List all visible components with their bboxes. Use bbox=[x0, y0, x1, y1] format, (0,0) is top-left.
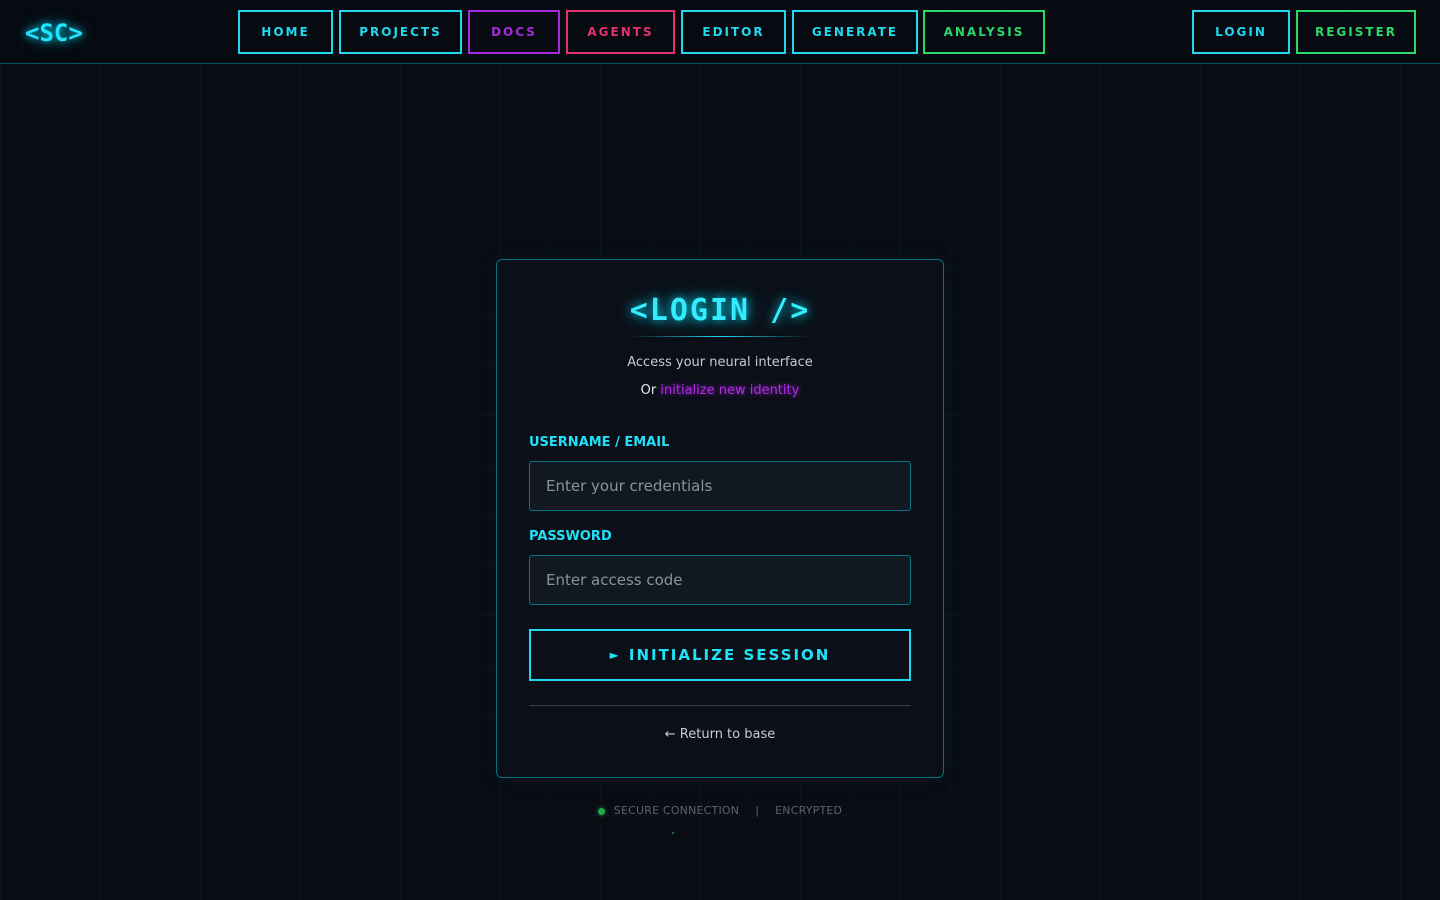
username-label: USERNAME / EMAIL bbox=[529, 435, 670, 450]
username-input[interactable] bbox=[529, 461, 911, 511]
nav-docs-button[interactable]: DOCS bbox=[468, 10, 560, 54]
register-prompt-prefix: Or bbox=[640, 383, 657, 398]
register-button[interactable]: REGISTER bbox=[1296, 10, 1416, 54]
nav-projects-button[interactable]: PROJECTS bbox=[339, 10, 462, 54]
password-input[interactable] bbox=[529, 555, 911, 605]
initialize-session-button[interactable]: ► INITIALIZE SESSION bbox=[529, 629, 911, 681]
top-navigation-bar: <SC> HOME PROJECTS DOCS AGENTS EDITOR GE… bbox=[0, 0, 1440, 64]
nav-agents-button[interactable]: AGENTS bbox=[566, 10, 675, 54]
login-subtitle: Access your neural interface bbox=[627, 355, 813, 370]
password-label: PASSWORD bbox=[529, 529, 612, 544]
connection-status: SECURE CONNECTION | ENCRYPTED bbox=[0, 803, 1440, 819]
return-link-row: ← Return to base bbox=[0, 726, 1440, 744]
status-separator: | bbox=[755, 804, 760, 817]
nav-home-button[interactable]: HOME bbox=[238, 10, 333, 54]
card-divider bbox=[529, 705, 911, 706]
title-underline bbox=[630, 336, 810, 337]
return-to-base-link[interactable]: ← Return to base bbox=[665, 727, 775, 742]
login-title: <LOGIN /> bbox=[629, 293, 811, 328]
register-prompt: Or initialize new identity bbox=[0, 382, 1440, 400]
initialize-session-label: INITIALIZE SESSION bbox=[628, 646, 831, 664]
secure-connection-text: SECURE CONNECTION bbox=[613, 804, 740, 817]
status-indicator-icon bbox=[597, 807, 605, 815]
decorative-dot bbox=[672, 832, 674, 834]
register-link[interactable]: initialize new identity bbox=[660, 383, 799, 398]
brand-logo[interactable]: <SC> bbox=[25, 16, 83, 50]
nav-generate-button[interactable]: GENERATE bbox=[792, 10, 918, 54]
login-button[interactable]: LOGIN bbox=[1192, 10, 1290, 54]
play-icon: ► bbox=[609, 648, 619, 662]
encrypted-text: ENCRYPTED bbox=[775, 804, 843, 817]
nav-analysis-button[interactable]: ANALYSIS bbox=[923, 10, 1045, 54]
nav-editor-button[interactable]: EDITOR bbox=[681, 10, 786, 54]
